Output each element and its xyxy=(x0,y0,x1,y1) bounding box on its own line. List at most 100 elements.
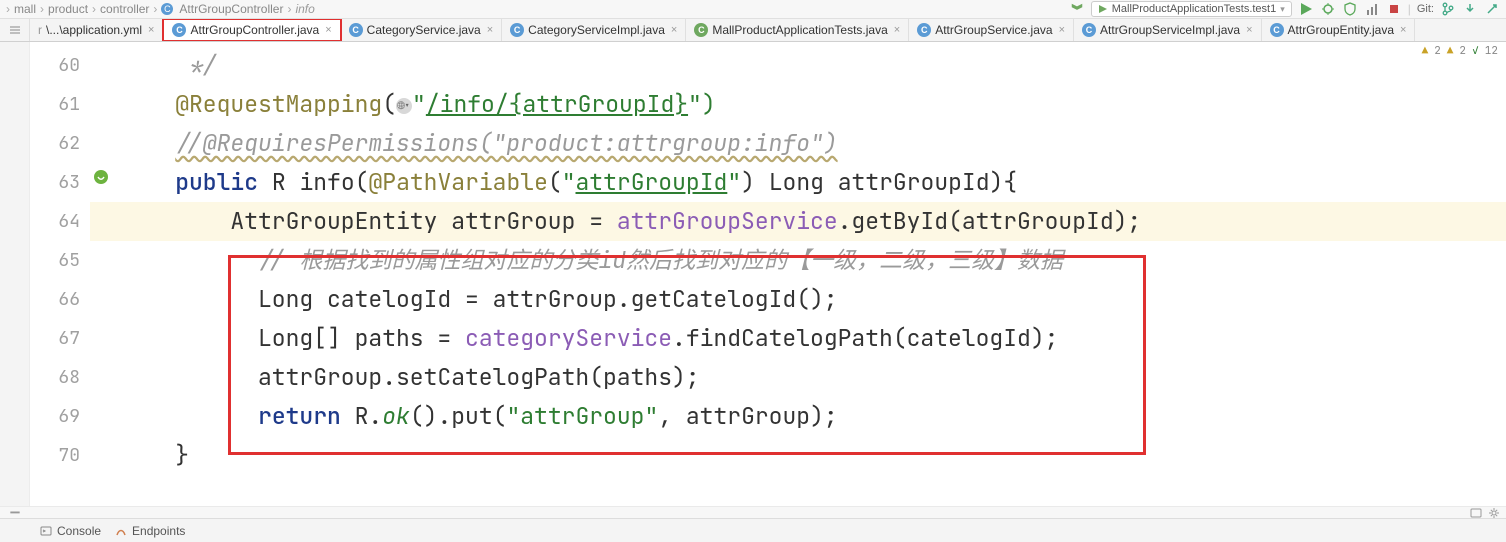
editor-footer-strip xyxy=(0,506,1506,518)
git-update-icon[interactable] xyxy=(1462,1,1478,17)
close-icon[interactable]: × xyxy=(1400,24,1406,36)
tab-label: MallProductApplicationTests.java xyxy=(712,23,887,37)
profile-icon[interactable] xyxy=(1364,1,1380,17)
check-icon: ✓ xyxy=(1472,44,1479,58)
crumb-sep: › xyxy=(287,2,291,16)
close-icon[interactable]: × xyxy=(1246,24,1252,36)
sep: | xyxy=(1408,2,1411,16)
crumb-method[interactable]: info xyxy=(295,2,314,16)
tab-label: AttrGroupServiceImpl.java xyxy=(1100,23,1240,37)
crumb-product[interactable]: product xyxy=(48,2,88,16)
close-icon[interactable]: × xyxy=(671,24,677,36)
java-class-icon: C xyxy=(1270,23,1284,37)
close-icon[interactable]: × xyxy=(1059,24,1065,36)
crumb-class[interactable]: AttrGroupController xyxy=(179,2,283,16)
endpoints-label: Endpoints xyxy=(132,524,185,538)
close-icon[interactable]: × xyxy=(148,24,154,36)
line-number: 70 xyxy=(30,436,90,475)
gutter: 60 61 62 63 64 65 66 67 68 69 70 xyxy=(30,42,90,506)
tab-categoryserviceimpl[interactable]: C CategoryServiceImpl.java × xyxy=(502,19,686,41)
warning-icon: ▲ xyxy=(1422,44,1429,58)
line-number: 64 xyxy=(30,202,90,241)
chevron-down-icon: ▾ xyxy=(1280,4,1285,15)
editor-tabbar: r \...\application.yml × C AttrGroupCont… xyxy=(0,18,1506,42)
coverage-icon[interactable] xyxy=(1342,1,1358,17)
code-area[interactable]: ▲2 ▲2 ✓12 */ @RequestMapping(🌐▾"/info/{a… xyxy=(90,42,1506,506)
tab-prefix: r xyxy=(38,23,42,37)
weak-count: 2 xyxy=(1459,44,1466,58)
tab-label: AttrGroupEntity.java xyxy=(1288,23,1395,37)
debug-icon[interactable] xyxy=(1320,1,1336,17)
line-number: 67 xyxy=(30,319,90,358)
line-number: 62 xyxy=(30,124,90,163)
tab-mallproductapplicationtests[interactable]: C MallProductApplicationTests.java × xyxy=(686,19,909,41)
endpoints-icon xyxy=(115,525,127,537)
bottom-tool-tabs: Console Endpoints xyxy=(0,518,1506,542)
crumb-sep: › xyxy=(92,2,96,16)
close-icon[interactable]: × xyxy=(894,24,900,36)
tab-application-yml[interactable]: r \...\application.yml × xyxy=(30,19,163,41)
java-class-icon: C xyxy=(510,23,524,37)
tabbar-menu-icon[interactable] xyxy=(0,19,30,41)
git-commit-icon[interactable] xyxy=(1484,1,1500,17)
code-line: @RequestMapping(🌐▾"/info/{attrGroupId}") xyxy=(90,85,1506,124)
reader-mode-icon[interactable] xyxy=(1470,507,1482,519)
code-line: } xyxy=(90,436,1506,475)
side-strip xyxy=(0,42,30,506)
stop-icon[interactable] xyxy=(1386,1,1402,17)
java-class-icon: C xyxy=(349,23,363,37)
run-config-label: MallProductApplicationTests.test1 xyxy=(1112,3,1276,15)
tab-attrgroupservice[interactable]: C AttrGroupService.java × xyxy=(909,19,1074,41)
line-number: 65 xyxy=(30,241,90,280)
close-icon[interactable]: × xyxy=(487,24,493,36)
java-class-icon: C xyxy=(1082,23,1096,37)
console-icon xyxy=(40,525,52,537)
line-number: 69 xyxy=(30,397,90,436)
code-line: public R info(@PathVariable("attrGroupId… xyxy=(90,163,1506,202)
settings-icon[interactable] xyxy=(1488,507,1500,519)
console-tab[interactable]: Console xyxy=(40,524,101,538)
code-line: Long catelogId = attrGroup.getCatelogId(… xyxy=(90,280,1506,319)
inspection-status[interactable]: ▲2 ▲2 ✓12 xyxy=(1422,44,1498,58)
line-number: 61 xyxy=(30,85,90,124)
tab-label: \...\application.yml xyxy=(46,23,142,37)
tab-label: AttrGroupService.java xyxy=(935,23,1052,37)
code-line: // 根据找到的属性组对应的分类id然后找到对应的【一级，二级，三级】数据 xyxy=(90,241,1506,280)
git-branch-icon[interactable] xyxy=(1440,1,1456,17)
editor: 60 61 62 63 64 65 66 67 68 69 70 ▲2 ▲2 ✓… xyxy=(0,42,1506,506)
class-icon: C xyxy=(161,3,173,15)
run-icon[interactable] xyxy=(1298,1,1314,17)
tab-attrgroupserviceimpl[interactable]: C AttrGroupServiceImpl.java × xyxy=(1074,19,1262,41)
line-number: 60 xyxy=(30,46,90,85)
run-config-dropdown[interactable]: MallProductApplicationTests.test1 ▾ xyxy=(1091,1,1292,17)
code-line: //@RequiresPermissions("product:attrgrou… xyxy=(90,124,1506,163)
close-icon[interactable]: × xyxy=(325,24,331,36)
crumb-mall[interactable]: mall xyxy=(14,2,36,16)
tab-label: CategoryServiceImpl.java xyxy=(528,23,665,37)
console-label: Console xyxy=(57,524,101,538)
line-number: 63 xyxy=(30,163,90,202)
tab-label: AttrGroupController.java xyxy=(190,23,319,37)
crumb-controller[interactable]: controller xyxy=(100,2,149,16)
git-label: Git: xyxy=(1417,3,1434,15)
code-line: AttrGroupEntity attrGroup = attrGroupSer… xyxy=(90,202,1506,241)
tab-attrgroupentity[interactable]: C AttrGroupEntity.java × xyxy=(1262,19,1416,41)
java-test-icon: C xyxy=(694,23,708,37)
minimize-icon[interactable] xyxy=(5,498,25,518)
warn-count: 2 xyxy=(1434,44,1441,58)
endpoints-tab[interactable]: Endpoints xyxy=(115,524,185,538)
tab-attrgroupcontroller[interactable]: C AttrGroupController.java × xyxy=(162,18,341,42)
crumb-sep: › xyxy=(6,2,10,16)
tab-label: CategoryService.java xyxy=(367,23,481,37)
code-line: */ xyxy=(90,46,1506,85)
top-toolbar: MallProductApplicationTests.test1 ▾ | Gi… xyxy=(1063,0,1506,18)
java-class-icon: C xyxy=(917,23,931,37)
globe-icon[interactable]: 🌐▾ xyxy=(396,98,412,114)
code-line: return R.ok().put("attrGroup", attrGroup… xyxy=(90,397,1506,436)
build-icon[interactable] xyxy=(1069,1,1085,17)
crumb-sep: › xyxy=(40,2,44,16)
tab-categoryservice[interactable]: C CategoryService.java × xyxy=(341,19,503,41)
line-number: 66 xyxy=(30,280,90,319)
code-line: Long[] paths = categoryService.findCatel… xyxy=(90,319,1506,358)
breadcrumbs: › mall › product › controller › C AttrGr… xyxy=(0,0,1506,18)
